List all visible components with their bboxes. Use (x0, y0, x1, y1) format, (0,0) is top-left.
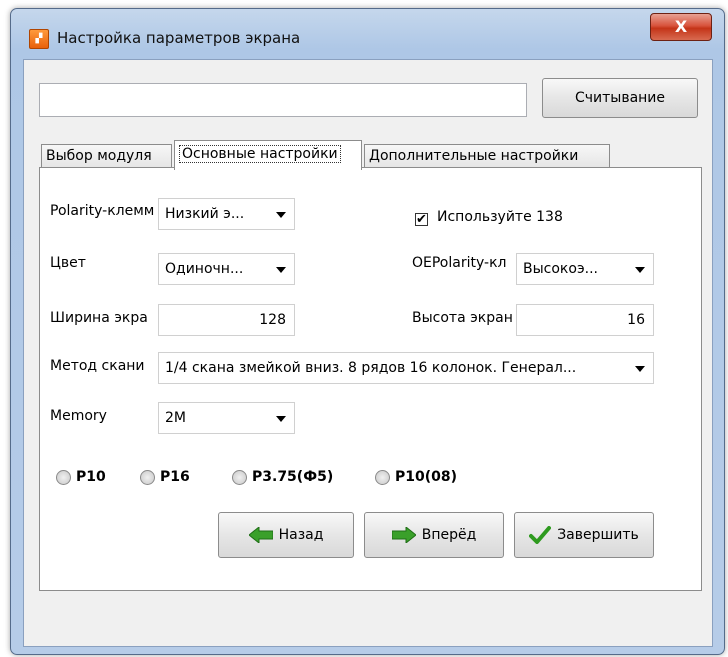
window-title: Настройка параметров экрана (57, 29, 301, 47)
radio-circle[interactable] (56, 469, 71, 485)
arrow-right-icon (391, 527, 416, 543)
use138-checkbox[interactable]: ✔ (415, 213, 428, 226)
tab-main-settings[interactable]: Основные настройки (174, 140, 362, 170)
read-button[interactable]: Считывание (542, 78, 698, 118)
dialog-client: Считывание Выбор модуля Основные настрой… (23, 59, 713, 647)
scan-method-label: Метод скани (50, 358, 145, 374)
scan-method-select[interactable]: 1/4 скана змейкой вниз. 8 рядов 16 колон… (158, 352, 654, 384)
next-button[interactable]: Вперёд (364, 512, 504, 558)
oepolarity-select-value: Высокоэ... (523, 261, 598, 277)
radio-label: P16 (160, 469, 190, 485)
tab-extra-settings[interactable]: Дополнительные настройки (364, 144, 610, 168)
radio-p375[interactable]: P3.75(Ф5) (232, 469, 333, 485)
check-icon (529, 526, 552, 544)
screen-height-label: Высота экран (412, 310, 513, 326)
radio-circle[interactable] (375, 469, 390, 485)
title-bar[interactable]: ▞ Настройка параметров экрана X (11, 9, 724, 65)
tab-label: Выбор модуля (46, 148, 152, 164)
oepolarity-select[interactable]: Высокоэ... (516, 253, 654, 285)
arrow-left-icon (248, 527, 273, 543)
path-input[interactable] (39, 83, 527, 117)
screen-width-input[interactable]: 128 (158, 304, 295, 336)
chevron-down-icon (276, 416, 286, 422)
close-button[interactable]: X (650, 13, 712, 41)
oepolarity-label: OEPolarity-кл (412, 255, 507, 271)
color-select[interactable]: Одиночн... (158, 253, 295, 285)
polarity-label: Polarity-клемм (50, 203, 155, 219)
radio-label: P10(08) (395, 469, 458, 485)
radio-circle[interactable] (232, 469, 247, 485)
main-settings-panel: Polarity-клемм Низкий э... ✔ Используйте… (39, 167, 702, 591)
tab-module-select[interactable]: Выбор модуля (41, 144, 172, 168)
finish-button-label: Завершить (557, 527, 639, 543)
dialog-window: ▞ Настройка параметров экрана X Считыван… (10, 8, 725, 655)
memory-select[interactable]: 2M (158, 402, 295, 434)
radio-p10[interactable]: P10 (56, 469, 106, 485)
radio-label: P10 (76, 469, 106, 485)
color-label: Цвет (50, 255, 86, 271)
back-button[interactable]: Назад (218, 512, 354, 558)
chevron-down-icon (276, 267, 286, 273)
radio-p10-08[interactable]: P10(08) (375, 469, 457, 485)
finish-button[interactable]: Завершить (514, 512, 654, 558)
memory-select-value: 2M (165, 410, 186, 426)
chevron-down-icon (276, 212, 286, 218)
color-select-value: Одиночн... (165, 261, 244, 277)
back-button-label: Назад (278, 527, 324, 543)
screen-width-label: Ширина экра (50, 310, 148, 326)
chevron-down-icon (635, 267, 645, 273)
memory-label: Memory (50, 408, 107, 424)
radio-circle[interactable] (140, 469, 155, 485)
app-icon: ▞ (29, 29, 49, 49)
tab-label: Дополнительные настройки (369, 148, 579, 164)
radio-label: P3.75(Ф5) (252, 469, 334, 485)
radio-p16[interactable]: P16 (140, 469, 190, 485)
read-button-label: Считывание (574, 90, 666, 106)
polarity-select[interactable]: Низкий э... (158, 198, 295, 230)
scan-method-select-value: 1/4 скана змейкой вниз. 8 рядов 16 колон… (165, 360, 577, 376)
screen-height-input[interactable]: 16 (516, 304, 654, 336)
chevron-down-icon (635, 366, 645, 372)
next-button-label: Вперёд (421, 527, 477, 543)
tab-label: Основные настройки (179, 145, 341, 163)
use138-label: Используйте 138 (437, 209, 563, 225)
polarity-select-value: Низкий э... (165, 206, 245, 222)
